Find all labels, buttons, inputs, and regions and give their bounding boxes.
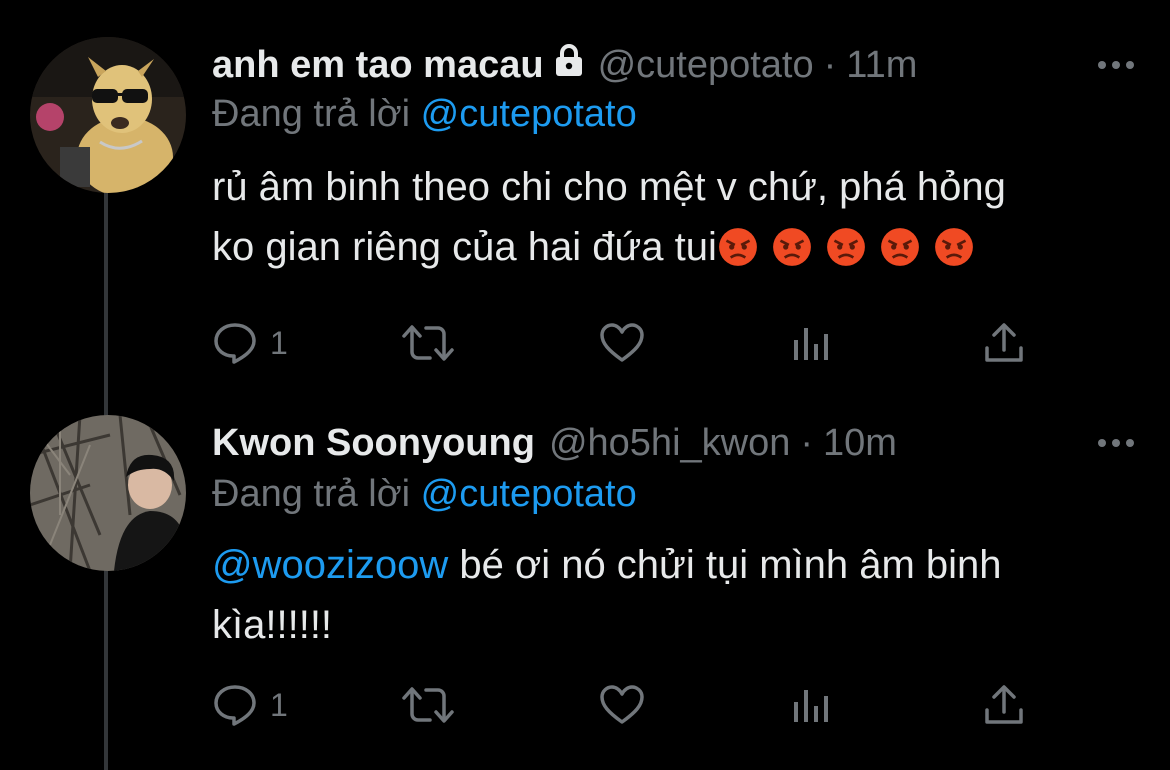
timestamp[interactable]: 10m [823, 422, 897, 465]
separator: · [823, 43, 837, 86]
angry-face-emoji [826, 228, 865, 266]
angry-face-emoji [772, 228, 811, 266]
tweet-header: anh em tao macau @cutepotato · 11m [212, 37, 917, 93]
avatar[interactable] [30, 37, 186, 193]
angry-face-emoji [934, 228, 973, 266]
more-dots-icon[interactable] [1096, 415, 1136, 471]
tweet-text-line: bé ơi nó chửi tụi mình âm binh [448, 543, 1002, 587]
tweet[interactable]: anh em tao macau @cutepotato · 11m Đang … [0, 37, 1170, 377]
like-button[interactable] [598, 318, 646, 368]
angry-face-emoji [718, 228, 757, 266]
share-button[interactable] [982, 680, 1026, 730]
replying-to: Đang trả lời @cutepotato [212, 93, 637, 136]
display-name[interactable]: Kwon Soonyoung [212, 422, 535, 465]
lock-icon [554, 43, 584, 87]
share-upload-icon [985, 323, 1023, 362]
retweet-button[interactable] [400, 318, 456, 368]
tweet-header: Kwon Soonyoung @ho5hi_kwon · 10m [212, 415, 897, 471]
replying-to-label: Đang trả lời [212, 93, 411, 135]
reply-button[interactable]: 1 [212, 680, 288, 730]
timestamp[interactable]: 11m [846, 44, 917, 87]
tweet-text-line-2: ko gian riêng của hai đứa tui [212, 217, 1112, 277]
display-name[interactable]: anh em tao macau [212, 44, 544, 87]
mention-link[interactable]: @woozizoow [212, 543, 448, 587]
tweet-actions: 1 [212, 318, 1042, 368]
speech-bubble-icon [214, 685, 256, 726]
reply-button[interactable]: 1 [212, 318, 288, 368]
tweet-text-line: ko gian riêng của hai đứa tui [212, 225, 717, 269]
tweet-text-line-1: @woozizoow bé ơi nó chửi tụi mình âm bin… [212, 535, 1112, 595]
share-upload-icon [985, 685, 1023, 724]
tweet[interactable]: Kwon Soonyoung @ho5hi_kwon · 10m Đang tr… [0, 415, 1170, 745]
speech-bubble-icon [214, 323, 256, 364]
more-dots-icon[interactable] [1096, 37, 1136, 93]
retweet-button[interactable] [400, 680, 456, 730]
tweet-text-line: kìa!!!!!! [212, 603, 333, 647]
reply-count: 1 [270, 686, 288, 723]
replying-to-mention[interactable]: @cutepotato [421, 93, 637, 135]
replying-to: Đang trả lời @cutepotato [212, 473, 637, 516]
handle[interactable]: @ho5hi_kwon [549, 422, 790, 465]
retweet-icon [402, 687, 454, 723]
analytics-button[interactable] [792, 318, 834, 368]
replying-to-mention[interactable]: @cutepotato [421, 473, 637, 515]
tweet-actions: 1 [212, 680, 1042, 730]
bar-chart-icon [794, 328, 828, 360]
heart-icon [600, 685, 644, 724]
analytics-button[interactable] [792, 680, 834, 730]
heart-icon [600, 323, 644, 362]
tweet-text: @woozizoow bé ơi nó chửi tụi mình âm bin… [212, 535, 1112, 655]
retweet-icon [402, 325, 454, 361]
angry-face-emoji [880, 228, 919, 266]
share-button[interactable] [982, 318, 1026, 368]
handle[interactable]: @cutepotato [598, 44, 814, 87]
bar-chart-icon [794, 690, 828, 722]
like-button[interactable] [598, 680, 646, 730]
tweet-text-line: rủ âm binh theo chi cho mệt v chứ, phá h… [212, 165, 1006, 209]
tweet-text: rủ âm binh theo chi cho mệt v chứ, phá h… [212, 157, 1112, 277]
avatar[interactable] [30, 415, 186, 571]
separator: · [800, 421, 814, 464]
reply-count: 1 [270, 324, 288, 361]
replying-to-label: Đang trả lời [212, 473, 411, 515]
